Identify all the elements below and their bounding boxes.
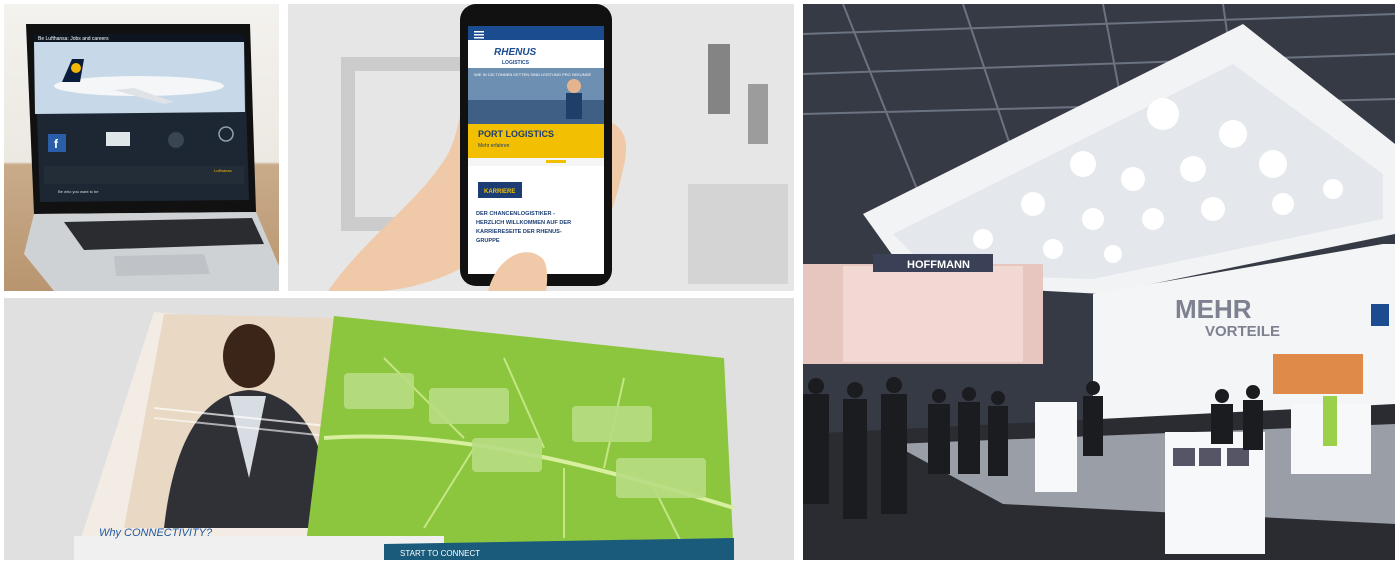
phone-body-line3: KARRIERESEITE DER RHENUS- xyxy=(476,229,562,235)
rhenus-logo-line2: LOGISTICS xyxy=(502,60,530,66)
phone-more-link[interactable]: Mehr erfahren xyxy=(478,143,510,149)
laptop-footer-text: Be who you want to be xyxy=(58,189,99,194)
karriere-button-label: KARRIERE xyxy=(484,189,515,195)
phone-body-line4: GRUPPE xyxy=(476,238,500,244)
phone-hero-caption: WIE IN 130 TONNEN KETTEN SIND LEISTUNG P… xyxy=(474,72,592,77)
booth-sign-line1: MEHR xyxy=(1175,294,1252,324)
man-portrait xyxy=(223,324,275,388)
phone-headline: PORT LOGISTICS xyxy=(478,129,554,139)
brochure-photo: Why CONNECTIVITY? START TO CONNECT xyxy=(4,298,794,560)
phone-body-line2: HERZLICH WILLKOMMEN AUF DER xyxy=(476,220,571,226)
brochure-illustration: Why CONNECTIVITY? START TO CONNECT xyxy=(4,298,794,560)
booth-top-sign: HOFFMANN xyxy=(907,259,970,271)
laptop-photo: Be Lufthansa: Jobs and careers f Be who … xyxy=(4,4,279,291)
laptop-brand: Lufthansa xyxy=(214,168,232,173)
phone-illustration: RHENUS LOGISTICS WIE IN 130 TONNEN KETTE… xyxy=(288,4,794,291)
brochure-caption: Why CONNECTIVITY? xyxy=(99,527,213,539)
trade-fair-booth-photo: HOFFMANN MEHR VORTEILE xyxy=(803,4,1395,560)
phone-photo: RHENUS LOGISTICS WIE IN 130 TONNEN KETTE… xyxy=(288,4,794,291)
brochure-bottom-text: START TO CONNECT xyxy=(400,549,480,558)
booth-illustration: HOFFMANN MEHR VORTEILE xyxy=(803,4,1395,560)
rhenus-logo-line1: RHENUS xyxy=(494,47,537,58)
laptop-screen-title: Be Lufthansa: Jobs and careers xyxy=(38,36,109,42)
laptop-illustration: Be Lufthansa: Jobs and careers f Be who … xyxy=(24,24,279,291)
trackpad xyxy=(114,254,210,276)
phone-body-line1: DER CHANCENLOGISTIKER - xyxy=(476,211,555,217)
booth-sign-line2: VORTEILE xyxy=(1205,323,1280,340)
booth-logo xyxy=(1371,304,1389,326)
